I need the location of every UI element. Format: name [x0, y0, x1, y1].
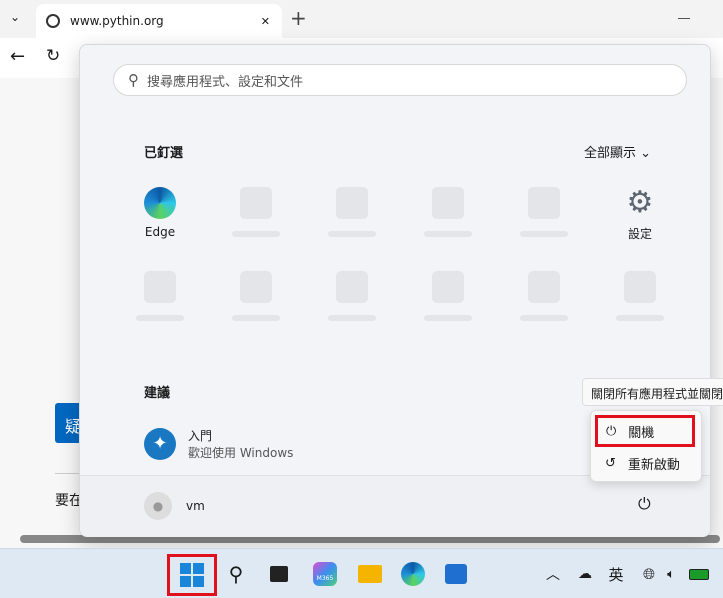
show-all-label: 全部顯示 [584, 146, 637, 161]
browser-tab[interactable]: www.pythin.org ✕ [36, 4, 282, 38]
power-icon[interactable]: ⏻ [638, 494, 651, 514]
tab-list-chevron-icon[interactable]: ⌄ [10, 10, 20, 24]
avatar: ● [144, 492, 172, 520]
back-arrow-icon[interactable]: ← [10, 46, 25, 67]
start-button[interactable] [167, 554, 217, 596]
pinned-placeholder-tile [336, 187, 368, 219]
windows-logo-icon [180, 563, 204, 587]
taskbar: ⚲ M365 ︿ ☁ 英 🌐︎ 🔈︎ [0, 548, 723, 598]
pinned-title: 已釘選 [144, 146, 184, 161]
shutdown-menu-item[interactable]: ⏻ 關機 [595, 415, 695, 447]
chevron-down-icon: ⌄ [640, 146, 652, 161]
get-started-icon: ✦ [144, 428, 176, 460]
recommended-title-text: 入門 [188, 429, 213, 443]
user-name: vm [186, 499, 205, 513]
ime-indicator[interactable]: 英 [601, 559, 631, 589]
battery-icon[interactable] [684, 559, 714, 589]
pinned-app-settings[interactable]: ⚙ 設定 [616, 187, 664, 242]
start-footer: ● vm ⏻ [80, 475, 710, 537]
task-view-icon[interactable] [264, 559, 294, 589]
onedrive-offline-icon[interactable]: ☁ [570, 559, 600, 589]
tab-title: www.pythin.org [70, 14, 164, 28]
file-explorer-icon[interactable] [355, 559, 385, 589]
power-tooltip: 關閉所有應用程式並關閉 [582, 378, 723, 406]
chevron-up-icon[interactable]: ︿ [538, 559, 568, 589]
gear-icon: ⚙ [626, 185, 654, 220]
volume-icon[interactable]: 🔈︎ [656, 559, 686, 589]
edge-icon [144, 187, 176, 219]
minimize-button[interactable] [678, 18, 690, 19]
pinned-app-label: 設定 [627, 227, 652, 241]
restart-menu-item[interactable]: ↺ 重新啟動 [591, 447, 701, 479]
search-input[interactable]: ⚲ 搜尋應用程式、設定和文件 [113, 64, 687, 96]
pinned-app-edge[interactable]: Edge [136, 187, 184, 239]
recommended-subtitle: 歡迎使用 Windows [188, 446, 294, 460]
pinned-app-label: Edge [144, 225, 176, 239]
search-icon[interactable]: ⚲ [221, 559, 251, 589]
power-icon: ⏻ [606, 423, 617, 439]
new-tab-button[interactable]: + [290, 6, 307, 30]
tab-close-icon[interactable]: ✕ [261, 15, 270, 28]
recommended-item[interactable]: ✦ 入門歡迎使用 Windows [144, 427, 293, 461]
tab-favicon-icon [46, 14, 60, 28]
shutdown-label: 關機 [628, 425, 655, 441]
recommended-title: 建議 [144, 386, 171, 401]
search-icon: ⚲ [128, 71, 139, 89]
pinned-placeholder-tile [528, 187, 560, 219]
refresh-icon[interactable]: ↻ [46, 46, 60, 66]
m365-icon[interactable]: M365 [310, 559, 340, 589]
store-icon[interactable] [441, 559, 471, 589]
edge-icon[interactable] [398, 559, 428, 589]
pinned-placeholder-tile [432, 187, 464, 219]
user-button[interactable]: ● vm [144, 492, 205, 520]
restart-label: 重新啟動 [627, 457, 680, 473]
show-all-button[interactable]: 全部顯示 ⌄ [584, 142, 651, 161]
power-flyout: ⏻ 關機 ↺ 重新啟動 [590, 410, 702, 482]
tab-strip: ⌄ www.pythin.org ✕ + [0, 0, 723, 38]
pinned-placeholder-tile [240, 187, 272, 219]
search-placeholder: 搜尋應用程式、設定和文件 [147, 74, 304, 90]
restart-icon: ↺ [605, 455, 616, 471]
